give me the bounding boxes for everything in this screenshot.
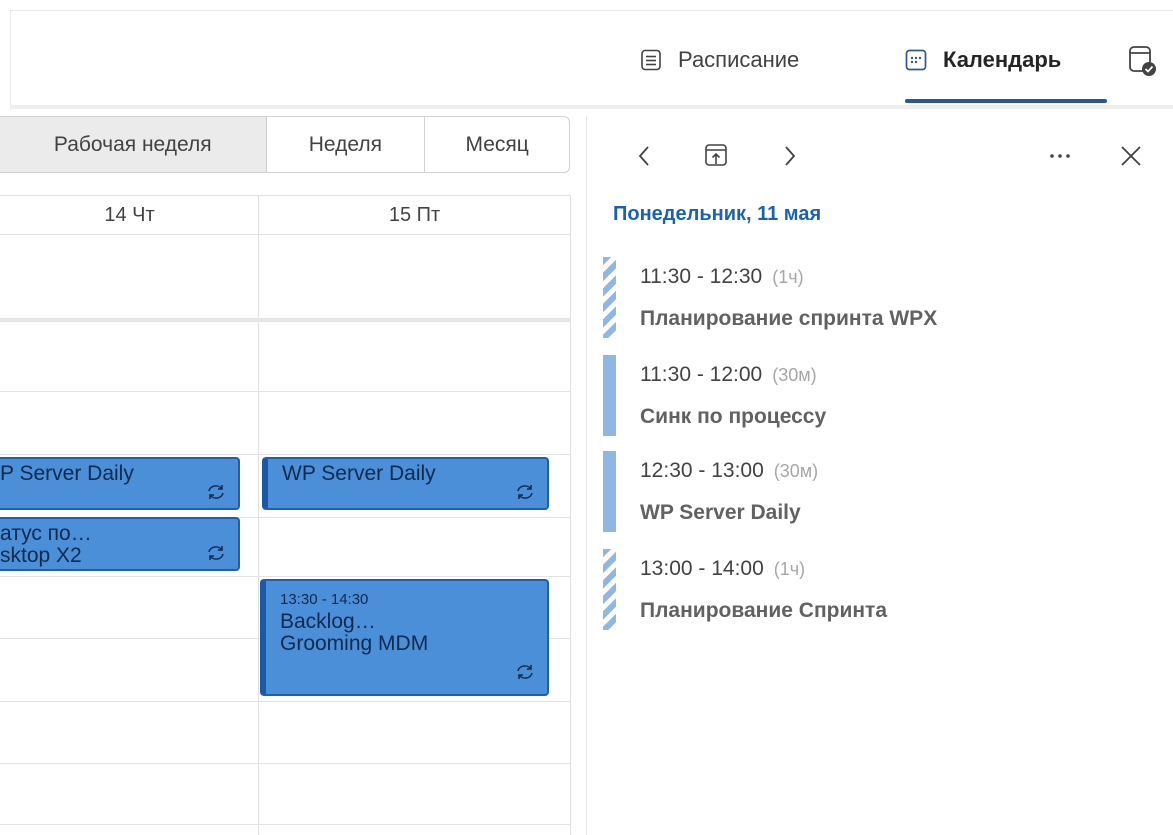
- day-divider: [258, 196, 259, 835]
- more-icon[interactable]: [1040, 138, 1080, 174]
- active-tab-indicator: [905, 99, 1107, 103]
- chevron-left-icon[interactable]: [630, 138, 658, 174]
- go-to-today-icon[interactable]: [698, 138, 734, 174]
- agenda-item-time: 11:30 - 12:00: [640, 363, 763, 386]
- close-icon[interactable]: [1114, 138, 1148, 174]
- agenda-item-time: 11:30 - 12:30: [640, 265, 763, 288]
- day-pane-title: Понедельник, 11 мая: [613, 203, 822, 225]
- agenda-item-bar: [603, 257, 616, 338]
- view-switcher: Рабочая неделя Неделя Месяц: [0, 116, 570, 173]
- event-title: атус по… sktop X2: [0, 522, 92, 567]
- event-title: WP Server Daily: [282, 462, 436, 485]
- top-bar: Расписание Календарь: [0, 0, 1173, 110]
- agenda-item-title: Планирование спринта WPX: [640, 307, 938, 330]
- agenda-item-bar: [603, 451, 616, 532]
- grid-line: [0, 234, 570, 235]
- calendar-check-icon[interactable]: [1128, 44, 1158, 78]
- left-frame-line: [10, 10, 11, 110]
- top-frame-line: [10, 10, 1173, 11]
- tab-calendar[interactable]: Календарь: [905, 38, 1107, 103]
- agenda-item-time-line: 11:30 - 12:30 (1ч): [640, 265, 804, 289]
- view-week-button[interactable]: Неделя: [267, 117, 426, 172]
- agenda-item-duration: (30м): [772, 365, 817, 385]
- agenda-item-time: 12:30 - 13:00: [640, 459, 764, 482]
- agenda-item-title: Планирование Спринта: [640, 599, 888, 622]
- tab-schedule[interactable]: Расписание: [640, 38, 799, 82]
- agenda-item-title: WP Server Daily: [640, 501, 801, 524]
- calendar-event[interactable]: P Server Daily: [0, 457, 240, 510]
- grid-line: [0, 824, 570, 825]
- header-divider: [10, 105, 1173, 109]
- calendar-grid-icon: [905, 49, 927, 71]
- agenda-item-bar: [603, 549, 616, 630]
- chevron-right-icon[interactable]: [776, 138, 804, 174]
- day-header-thu[interactable]: 14 Чт: [0, 196, 259, 234]
- agenda-item-title: Синк по процессу: [640, 405, 827, 428]
- event-time: 13:30 - 14:30: [280, 591, 369, 608]
- calendar-event[interactable]: 13:30 - 14:30 Backlog… Grooming MDM: [260, 579, 549, 696]
- recurring-icon: [204, 482, 228, 502]
- calendar-grid: 14 Чт 15 Пт P Server Daily атус по… skto…: [0, 195, 571, 835]
- all-day-separator: [0, 318, 570, 322]
- agenda-item-duration: (30м): [773, 461, 819, 481]
- agenda-item-time-line: 11:30 - 12:00 (30м): [640, 363, 817, 387]
- agenda-item-time-line: 12:30 - 13:00 (30м): [640, 459, 818, 483]
- agenda-item-time-line: 13:00 - 14:00 (1ч): [640, 557, 805, 581]
- tab-calendar-label: Календарь: [943, 47, 1062, 72]
- recurring-icon: [513, 662, 537, 682]
- event-title: P Server Daily: [0, 462, 134, 485]
- agenda-item-time: 13:00 - 14:00: [640, 557, 764, 580]
- view-month-button[interactable]: Месяц: [425, 117, 569, 172]
- grid-line: [0, 576, 570, 577]
- agenda-item-duration: (1ч): [773, 559, 806, 579]
- grid-line: [0, 701, 570, 702]
- agenda-item-duration: (1ч): [772, 267, 804, 287]
- grid-line: [0, 454, 570, 455]
- day-header-fri[interactable]: 15 Пт: [259, 196, 570, 234]
- agenda-item-bar: [603, 355, 616, 436]
- calendar-event[interactable]: WP Server Daily: [262, 457, 549, 510]
- view-work-week-button[interactable]: Рабочая неделя: [0, 117, 267, 172]
- tab-schedule-label: Расписание: [678, 47, 800, 72]
- grid-line: [0, 391, 570, 392]
- recurring-icon: [204, 543, 228, 563]
- recurring-icon: [513, 482, 537, 502]
- grid-line: [0, 763, 570, 764]
- day-pane-divider: [586, 116, 587, 835]
- calendar-event[interactable]: атус по… sktop X2: [0, 517, 240, 571]
- list-icon: [640, 49, 662, 71]
- event-title: Backlog… Grooming MDM: [280, 610, 429, 655]
